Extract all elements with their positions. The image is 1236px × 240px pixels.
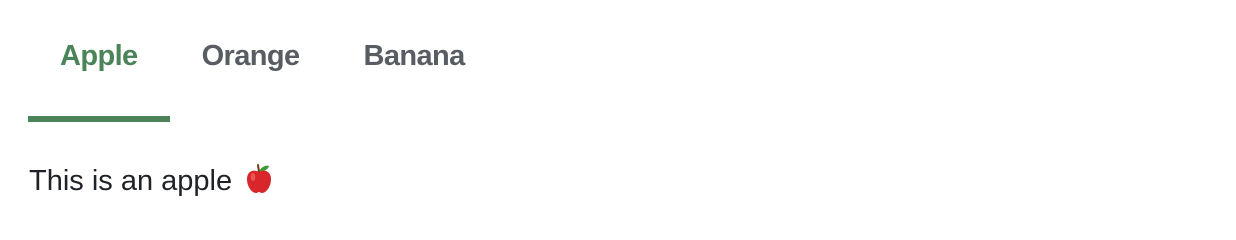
tab-panel-apple: This is an apple	[29, 162, 274, 202]
tab-orange-label: Orange	[201, 40, 301, 72]
active-tab-indicator	[28, 116, 170, 122]
tab-banana-label: Banana	[363, 40, 466, 72]
tab-list: Apple Orange Banana	[28, 0, 497, 122]
tab-apple[interactable]: Apple	[28, 0, 170, 122]
red-apple-icon	[244, 162, 274, 202]
tab-banana[interactable]: Banana	[332, 0, 497, 122]
tab-apple-label: Apple	[60, 40, 138, 72]
panel-text: This is an apple	[29, 165, 233, 197]
tab-orange[interactable]: Orange	[170, 0, 332, 122]
